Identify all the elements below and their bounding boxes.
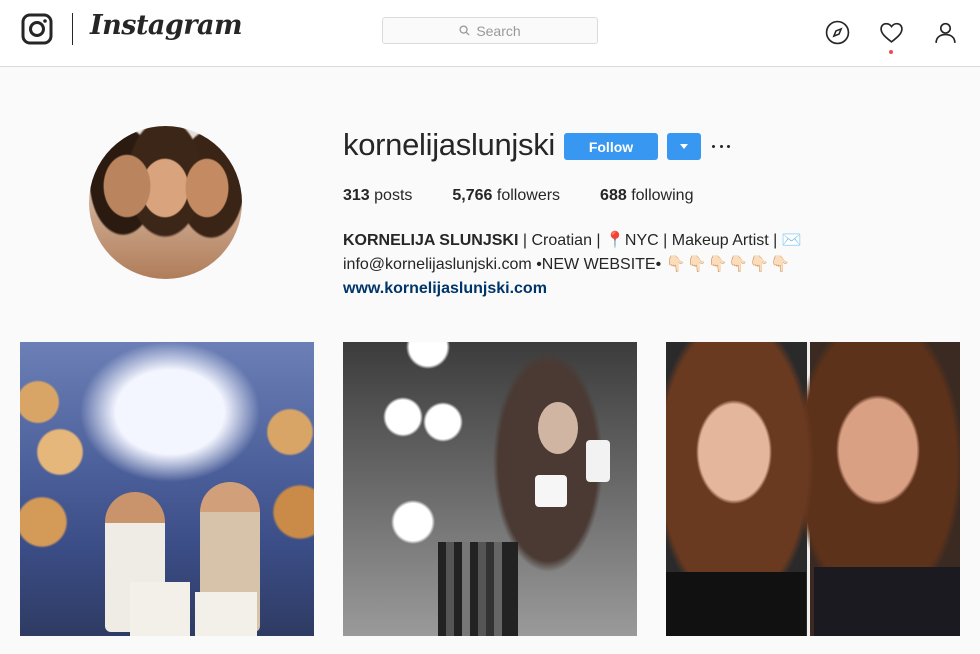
instagram-wordmark[interactable]: Instagram bbox=[90, 10, 243, 41]
heart-icon[interactable] bbox=[879, 20, 904, 45]
bio-full-name: KORNELIJA SLUNJSKI bbox=[343, 232, 519, 249]
dot-icon bbox=[712, 144, 715, 148]
photo-mug bbox=[535, 475, 567, 507]
posts-label: posts bbox=[374, 187, 413, 204]
bio-text: | Croatian | 📍NYC | Makeup Artist | ✉️ bbox=[518, 232, 802, 249]
search-icon bbox=[459, 25, 470, 36]
compass-icon[interactable] bbox=[825, 20, 850, 45]
notification-dot bbox=[889, 50, 893, 54]
dot-icon bbox=[719, 144, 723, 148]
person-icon[interactable] bbox=[933, 20, 958, 45]
stat-followers[interactable]: 5,766 followers bbox=[452, 187, 560, 205]
photo-figure bbox=[538, 402, 578, 454]
following-label: following bbox=[631, 187, 694, 204]
photo-bag bbox=[195, 592, 257, 636]
pointing-down-emoji: 👇🏻👇🏻👇🏻👇🏻👇🏻👇🏻 bbox=[665, 256, 792, 273]
search-input[interactable]: Search bbox=[382, 17, 598, 44]
posts-count: 313 bbox=[343, 187, 370, 204]
bio-email-text: info@kornelijaslunjski.com •NEW WEBSITE• bbox=[343, 256, 662, 273]
more-options-button[interactable] bbox=[712, 137, 730, 155]
followers-count: 5,766 bbox=[452, 187, 493, 204]
stat-following[interactable]: 688 following bbox=[600, 187, 693, 205]
profile-stats: 313 posts 5,766 followers 688 following bbox=[343, 187, 733, 205]
nav-divider bbox=[72, 13, 73, 45]
bio-line-2: info@kornelijaslunjski.com •NEW WEBSITE•… bbox=[343, 253, 843, 277]
photo-phone bbox=[586, 440, 610, 482]
chevron-down-icon bbox=[680, 144, 688, 149]
search-placeholder: Search bbox=[476, 22, 521, 39]
profile-avatar[interactable] bbox=[89, 126, 242, 279]
bio-line-1: KORNELIJA SLUNJSKI | Croatian | 📍NYC | M… bbox=[343, 229, 843, 253]
dot-icon bbox=[727, 144, 730, 148]
photo-clothing bbox=[814, 567, 960, 636]
profile-bio: KORNELIJA SLUNJSKI | Croatian | 📍NYC | M… bbox=[343, 229, 843, 301]
suggestions-dropdown-button[interactable] bbox=[667, 133, 701, 160]
instagram-camera-icon[interactable] bbox=[21, 13, 53, 45]
followers-label: followers bbox=[496, 187, 561, 204]
top-nav: Instagram Search bbox=[0, 0, 980, 67]
following-count: 688 bbox=[600, 187, 627, 204]
photo-clothing bbox=[666, 572, 806, 636]
post-thumbnail[interactable] bbox=[666, 342, 960, 636]
photo-bag bbox=[130, 582, 190, 636]
profile-username: kornelijaslunjski bbox=[343, 127, 555, 162]
follow-button[interactable]: Follow bbox=[564, 133, 658, 160]
post-thumbnail[interactable] bbox=[20, 342, 314, 636]
photo-brushes bbox=[438, 542, 518, 636]
bio-website-link[interactable]: www.kornelijaslunjski.com bbox=[343, 277, 843, 301]
stat-posts: 313 posts bbox=[343, 187, 412, 205]
post-thumbnail[interactable] bbox=[343, 342, 637, 636]
